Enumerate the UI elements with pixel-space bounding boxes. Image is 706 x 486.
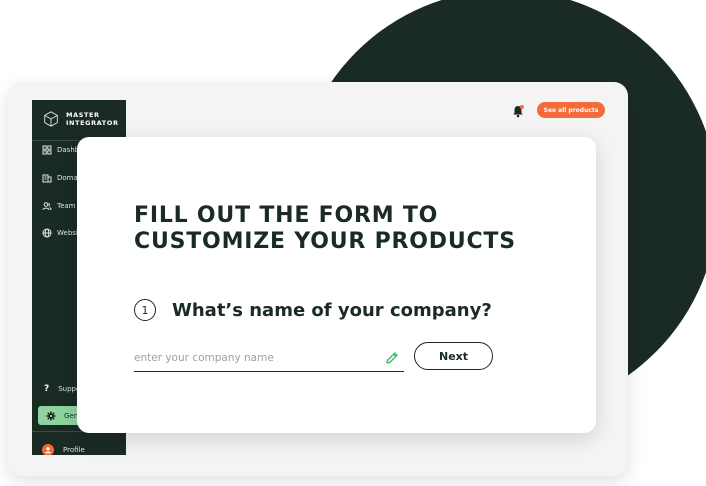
form-question: What’s name of your company? [172,300,492,321]
building-icon [42,173,52,183]
company-name-field [134,347,404,372]
step-number-badge: 1 [134,299,156,321]
brand-name: MASTER INTEGRATOR [66,111,119,127]
sidebar-item-team[interactable]: Team [42,201,76,211]
sidebar-item-label: Team [57,202,76,210]
cube-logo-icon [44,111,58,127]
company-name-input[interactable] [134,349,374,367]
sidebar-item-label: Profile [63,446,85,454]
globe-icon [42,228,52,238]
avatar-icon [42,444,54,455]
next-button[interactable]: Next [414,342,493,370]
form-modal: FILL OUT THE FORM TO CUSTOMIZE YOUR PROD… [77,137,596,433]
team-icon [42,201,52,211]
question-icon: ? [44,384,50,394]
pencil-icon[interactable] [384,350,400,366]
see-all-products-button[interactable]: See all products [537,102,605,118]
dashboard-icon [42,145,52,155]
form-title: FILL OUT THE FORM TO CUSTOMIZE YOUR PROD… [134,203,516,254]
bell-icon [513,105,524,118]
sidebar-item-profile[interactable]: Profile [42,444,85,455]
gear-icon [46,411,56,421]
notification-button[interactable] [511,103,525,118]
brand-logo: MASTER INTEGRATOR [42,110,119,128]
